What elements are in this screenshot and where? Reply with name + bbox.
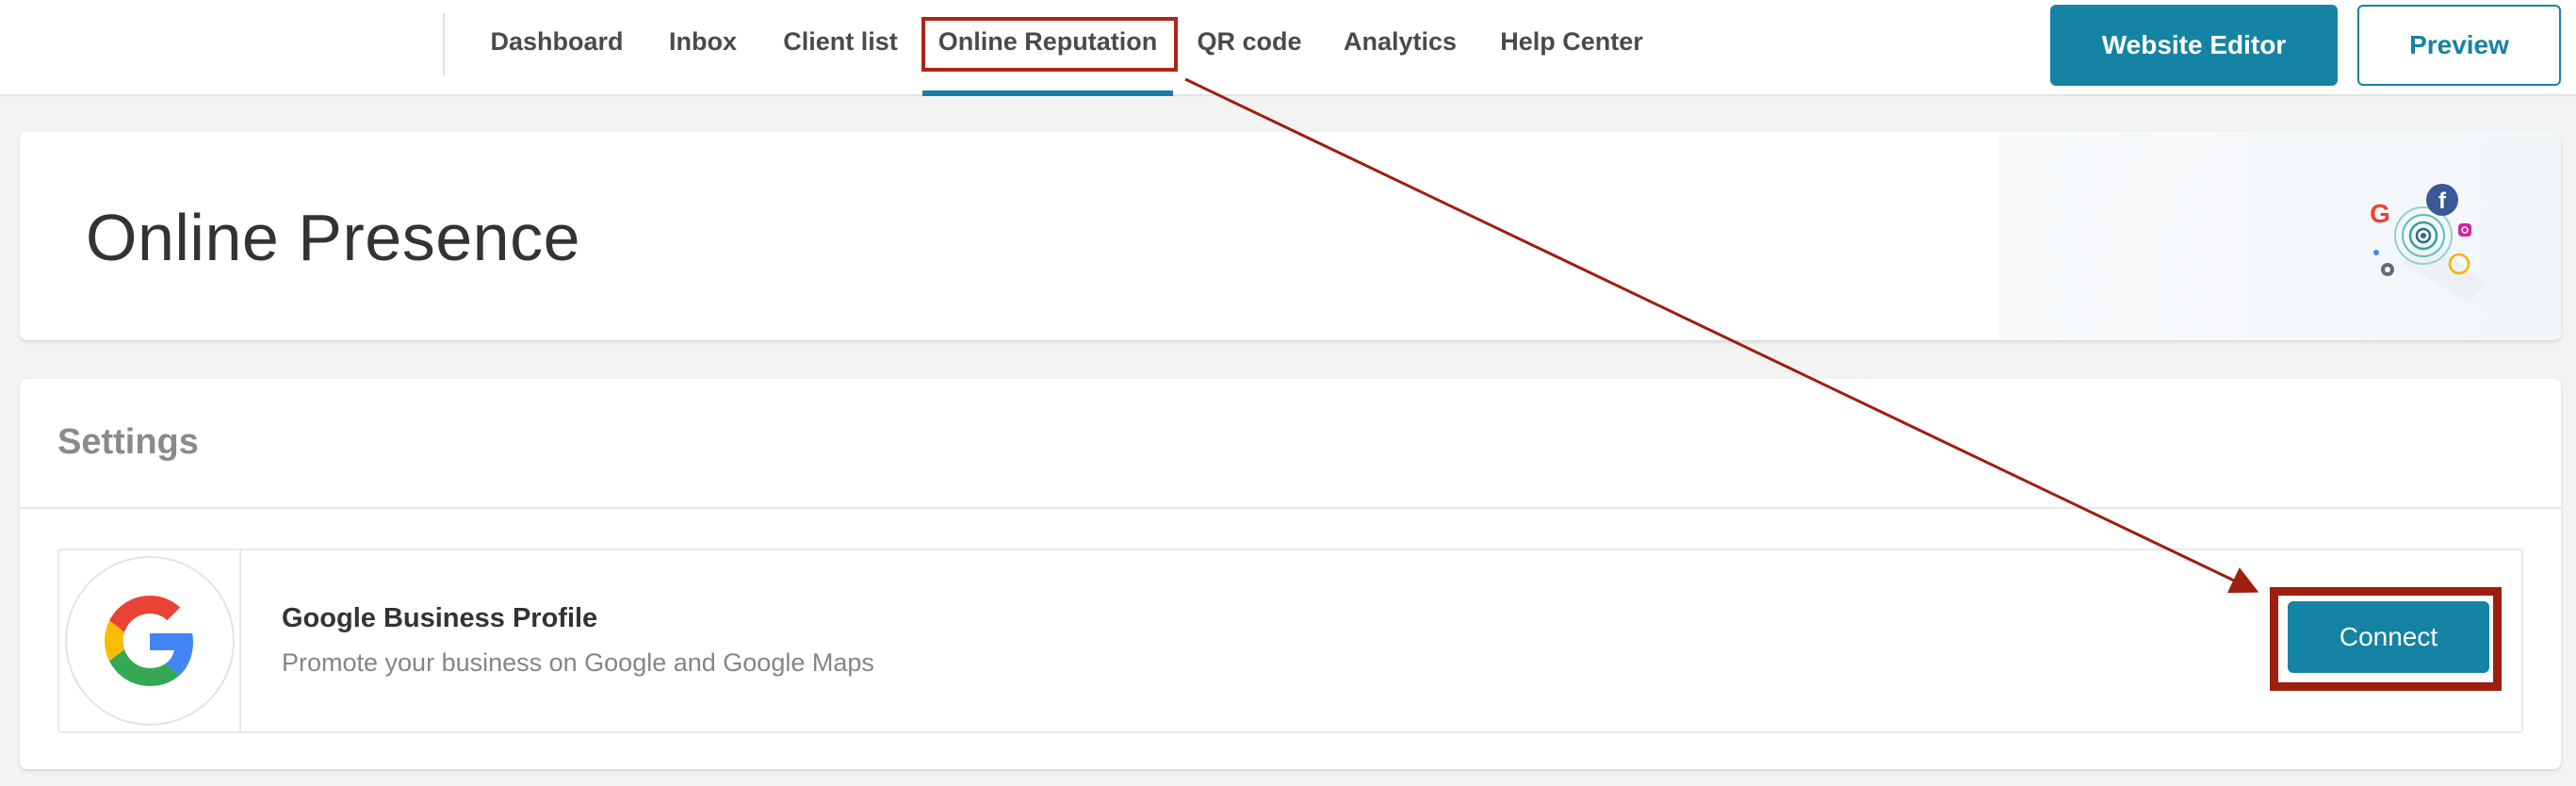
tab-client-list[interactable]: Client list	[774, 0, 906, 96]
tab-analytics[interactable]: Analytics	[1336, 0, 1464, 96]
page-header-card: Online Presence	[20, 132, 2561, 340]
tab-dashboard[interactable]: Dashboard	[482, 0, 631, 96]
integration-description: Promote your business on Google and Goog…	[282, 648, 874, 677]
nav-divider	[443, 13, 445, 75]
annotation-highlight-tab	[921, 17, 1178, 72]
tab-qr-code[interactable]: QR code	[1193, 0, 1306, 96]
integration-name: Google Business Profile	[282, 603, 598, 633]
integration-logo-cell	[59, 550, 241, 731]
settings-title: Settings	[57, 422, 199, 462]
page-title: Online Presence	[86, 201, 581, 274]
preview-button[interactable]: Preview	[2357, 5, 2561, 86]
svg-text:G: G	[2370, 199, 2390, 228]
website-editor-button[interactable]: Website Editor	[2050, 5, 2338, 86]
tab-help-center[interactable]: Help Center	[1498, 0, 1645, 96]
top-navigation-bar: Dashboard Inbox Client list Online Reput…	[0, 0, 2576, 96]
integration-row-google-business: Google Business Profile Promote your bus…	[57, 549, 2523, 733]
online-presence-illustration-icon: f G	[2370, 184, 2487, 302]
tab-inbox[interactable]: Inbox	[660, 0, 746, 96]
settings-divider	[20, 507, 2561, 509]
svg-text:f: f	[2438, 188, 2447, 214]
integration-logo	[64, 556, 235, 726]
google-g-icon	[104, 596, 193, 686]
settings-card: Settings Google Business Profile Promote…	[20, 379, 2561, 769]
annotation-highlight-connect	[2270, 587, 2502, 691]
